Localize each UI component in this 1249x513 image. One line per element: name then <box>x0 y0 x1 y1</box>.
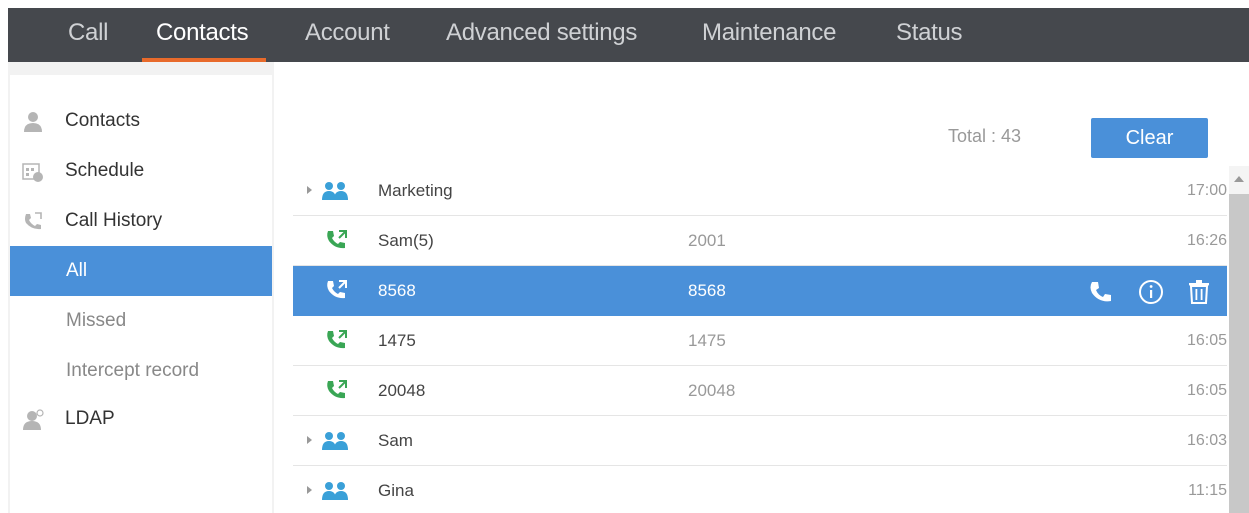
top-nav-bar: Call Contacts Account Advanced settings … <box>8 8 1249 62</box>
sidebar-item-label: All <box>66 260 88 281</box>
list-item[interactable]: 20048 20048 16:05 <box>293 366 1227 416</box>
sidebar-item-label: Missed <box>66 310 127 331</box>
tab-advanced-settings[interactable]: Advanced settings <box>446 8 637 62</box>
group-icon <box>322 432 348 450</box>
list-item[interactable]: Sam(5) 2001 16:26 <box>293 216 1227 266</box>
group-icon <box>322 182 348 200</box>
tab-maintenance[interactable]: Maintenance <box>702 8 836 62</box>
call-time: 11:15 <box>1188 482 1227 499</box>
expand-arrow-icon[interactable] <box>307 486 312 494</box>
outgoing-call-icon <box>327 330 347 349</box>
clear-button[interactable]: Clear <box>1091 118 1208 158</box>
sidebar-item-intercept-record[interactable]: Intercept record <box>10 346 272 396</box>
call-time: 16:26 <box>1186 232 1227 249</box>
sidebar-item-label: Intercept record <box>66 360 200 381</box>
tab-contacts[interactable]: Contacts <box>156 8 249 62</box>
sidebar-item-label: Contacts <box>65 110 140 131</box>
sidebar-item-label: Call History <box>65 210 163 231</box>
call-icon[interactable] <box>1087 278 1115 306</box>
call-time: 17:00 <box>1186 182 1227 199</box>
tab-call[interactable]: Call <box>68 8 108 62</box>
call-history-icon <box>25 212 42 230</box>
delete-icon[interactable] <box>1185 278 1213 306</box>
contact-name: Gina <box>378 481 414 500</box>
sidebar-item-label: Schedule <box>65 160 145 181</box>
calendar-icon <box>22 163 43 182</box>
tab-account[interactable]: Account <box>305 8 390 62</box>
info-icon[interactable] <box>1137 278 1165 306</box>
contact-name: Sam <box>378 431 413 450</box>
list-item[interactable]: Gina 11:15 <box>293 466 1227 513</box>
contact-name: Sam(5) <box>378 231 434 250</box>
outgoing-call-icon <box>327 230 347 249</box>
sidebar-item-contacts[interactable]: Contacts <box>10 96 272 146</box>
call-time: 16:03 <box>1186 432 1227 449</box>
scrollbar-thumb[interactable] <box>1229 194 1249 513</box>
list-item[interactable]: 1475 1475 16:05 <box>293 316 1227 366</box>
group-icon <box>322 482 348 500</box>
row-actions <box>1087 278 1227 306</box>
sidebar-item-label: LDAP <box>65 408 115 429</box>
sidebar-item-missed[interactable]: Missed <box>10 296 272 346</box>
person-icon <box>24 112 42 132</box>
contact-number: 20048 <box>688 381 736 400</box>
expand-arrow-icon[interactable] <box>307 436 312 444</box>
outgoing-call-icon <box>327 380 347 399</box>
contact-name: 1475 <box>378 331 416 350</box>
call-history-list: Marketing 17:00 Sam(5) 2001 16:26 8568 8… <box>293 166 1227 513</box>
expand-arrow-icon[interactable] <box>307 186 312 194</box>
total-count: Total : 43 <box>948 126 1022 146</box>
call-time: 16:05 <box>1186 332 1227 349</box>
contact-name: 20048 <box>378 381 426 400</box>
contact-number: 8568 <box>688 281 726 300</box>
call-time: 16:05 <box>1186 382 1227 399</box>
sidebar-item-call-history[interactable]: Call History <box>10 196 272 246</box>
contact-name: 8568 <box>378 281 416 300</box>
sidebar-item-all[interactable]: All <box>10 246 272 296</box>
list-item[interactable]: Marketing 17:00 <box>293 166 1227 216</box>
tab-status[interactable]: Status <box>896 8 963 62</box>
sidebar-item-schedule[interactable]: Schedule <box>10 146 272 196</box>
list-item-selected[interactable]: 8568 8568 <box>293 266 1227 316</box>
sidebar-item-ldap[interactable]: LDAP <box>10 394 272 444</box>
scroll-up-arrow-icon[interactable] <box>1234 176 1244 182</box>
outgoing-call-icon <box>327 280 347 299</box>
contact-number: 2001 <box>688 231 726 250</box>
contact-number: 1475 <box>688 331 726 350</box>
contact-name: Marketing <box>378 181 453 200</box>
list-item[interactable]: Sam 16:03 <box>293 416 1227 466</box>
ldap-icon <box>23 409 44 430</box>
